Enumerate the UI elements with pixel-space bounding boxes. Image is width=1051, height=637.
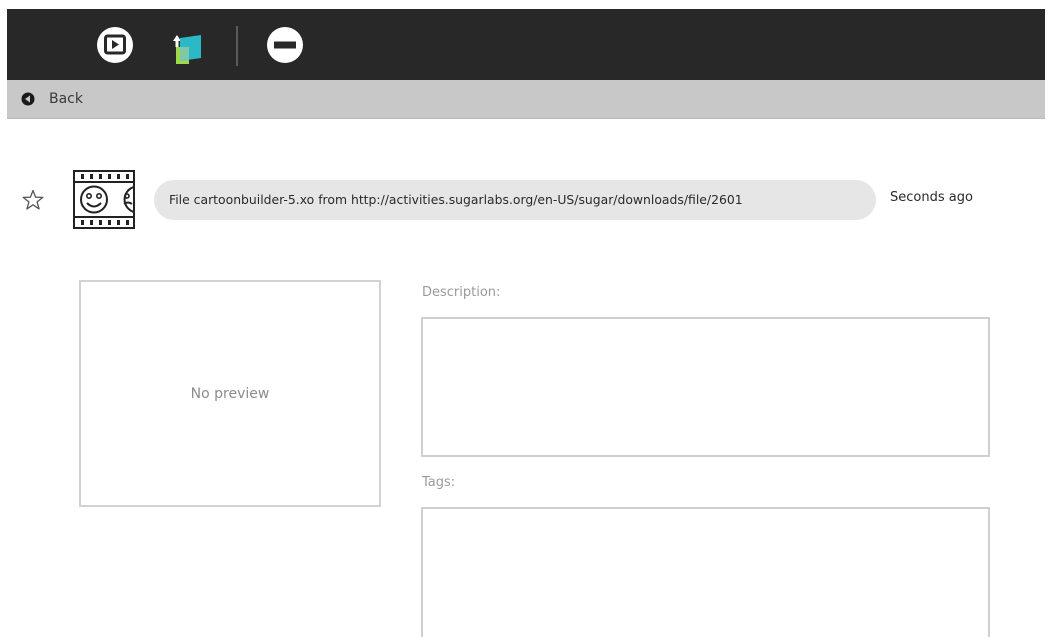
copy-to-icon [173,35,201,64]
title-input[interactable]: File cartoonbuilder-5.xo from http://act… [154,180,876,220]
back-button[interactable]: Back [21,89,83,109]
erase-icon [267,27,303,63]
erase-button[interactable] [262,22,308,68]
date-label: Seconds ago [890,190,973,205]
tags-textarea[interactable] [421,507,990,637]
window-top-margin [0,0,1051,9]
toolbar-separator [236,26,238,66]
tags-label: Tags: [422,475,456,490]
copy-to-button[interactable] [164,22,210,68]
no-preview-text: No preview [190,385,270,402]
description-label: Description: [422,285,501,300]
journal-detail-view: Back File cartoonbuilder-5.xo from http:… [0,0,1051,637]
star-icon [22,189,44,210]
resume-button[interactable] [92,22,138,68]
back-label: Back [49,91,83,107]
back-bar: Back [7,80,1045,119]
activity-icon[interactable] [72,169,136,230]
preview-box: No preview [79,280,381,507]
favorite-toggle[interactable] [22,189,44,211]
description-textarea[interactable] [421,317,990,457]
cartoon-builder-icon [73,170,135,229]
toolbar [7,9,1045,80]
back-arrow-icon [21,92,35,106]
play-activity-icon [97,27,133,63]
